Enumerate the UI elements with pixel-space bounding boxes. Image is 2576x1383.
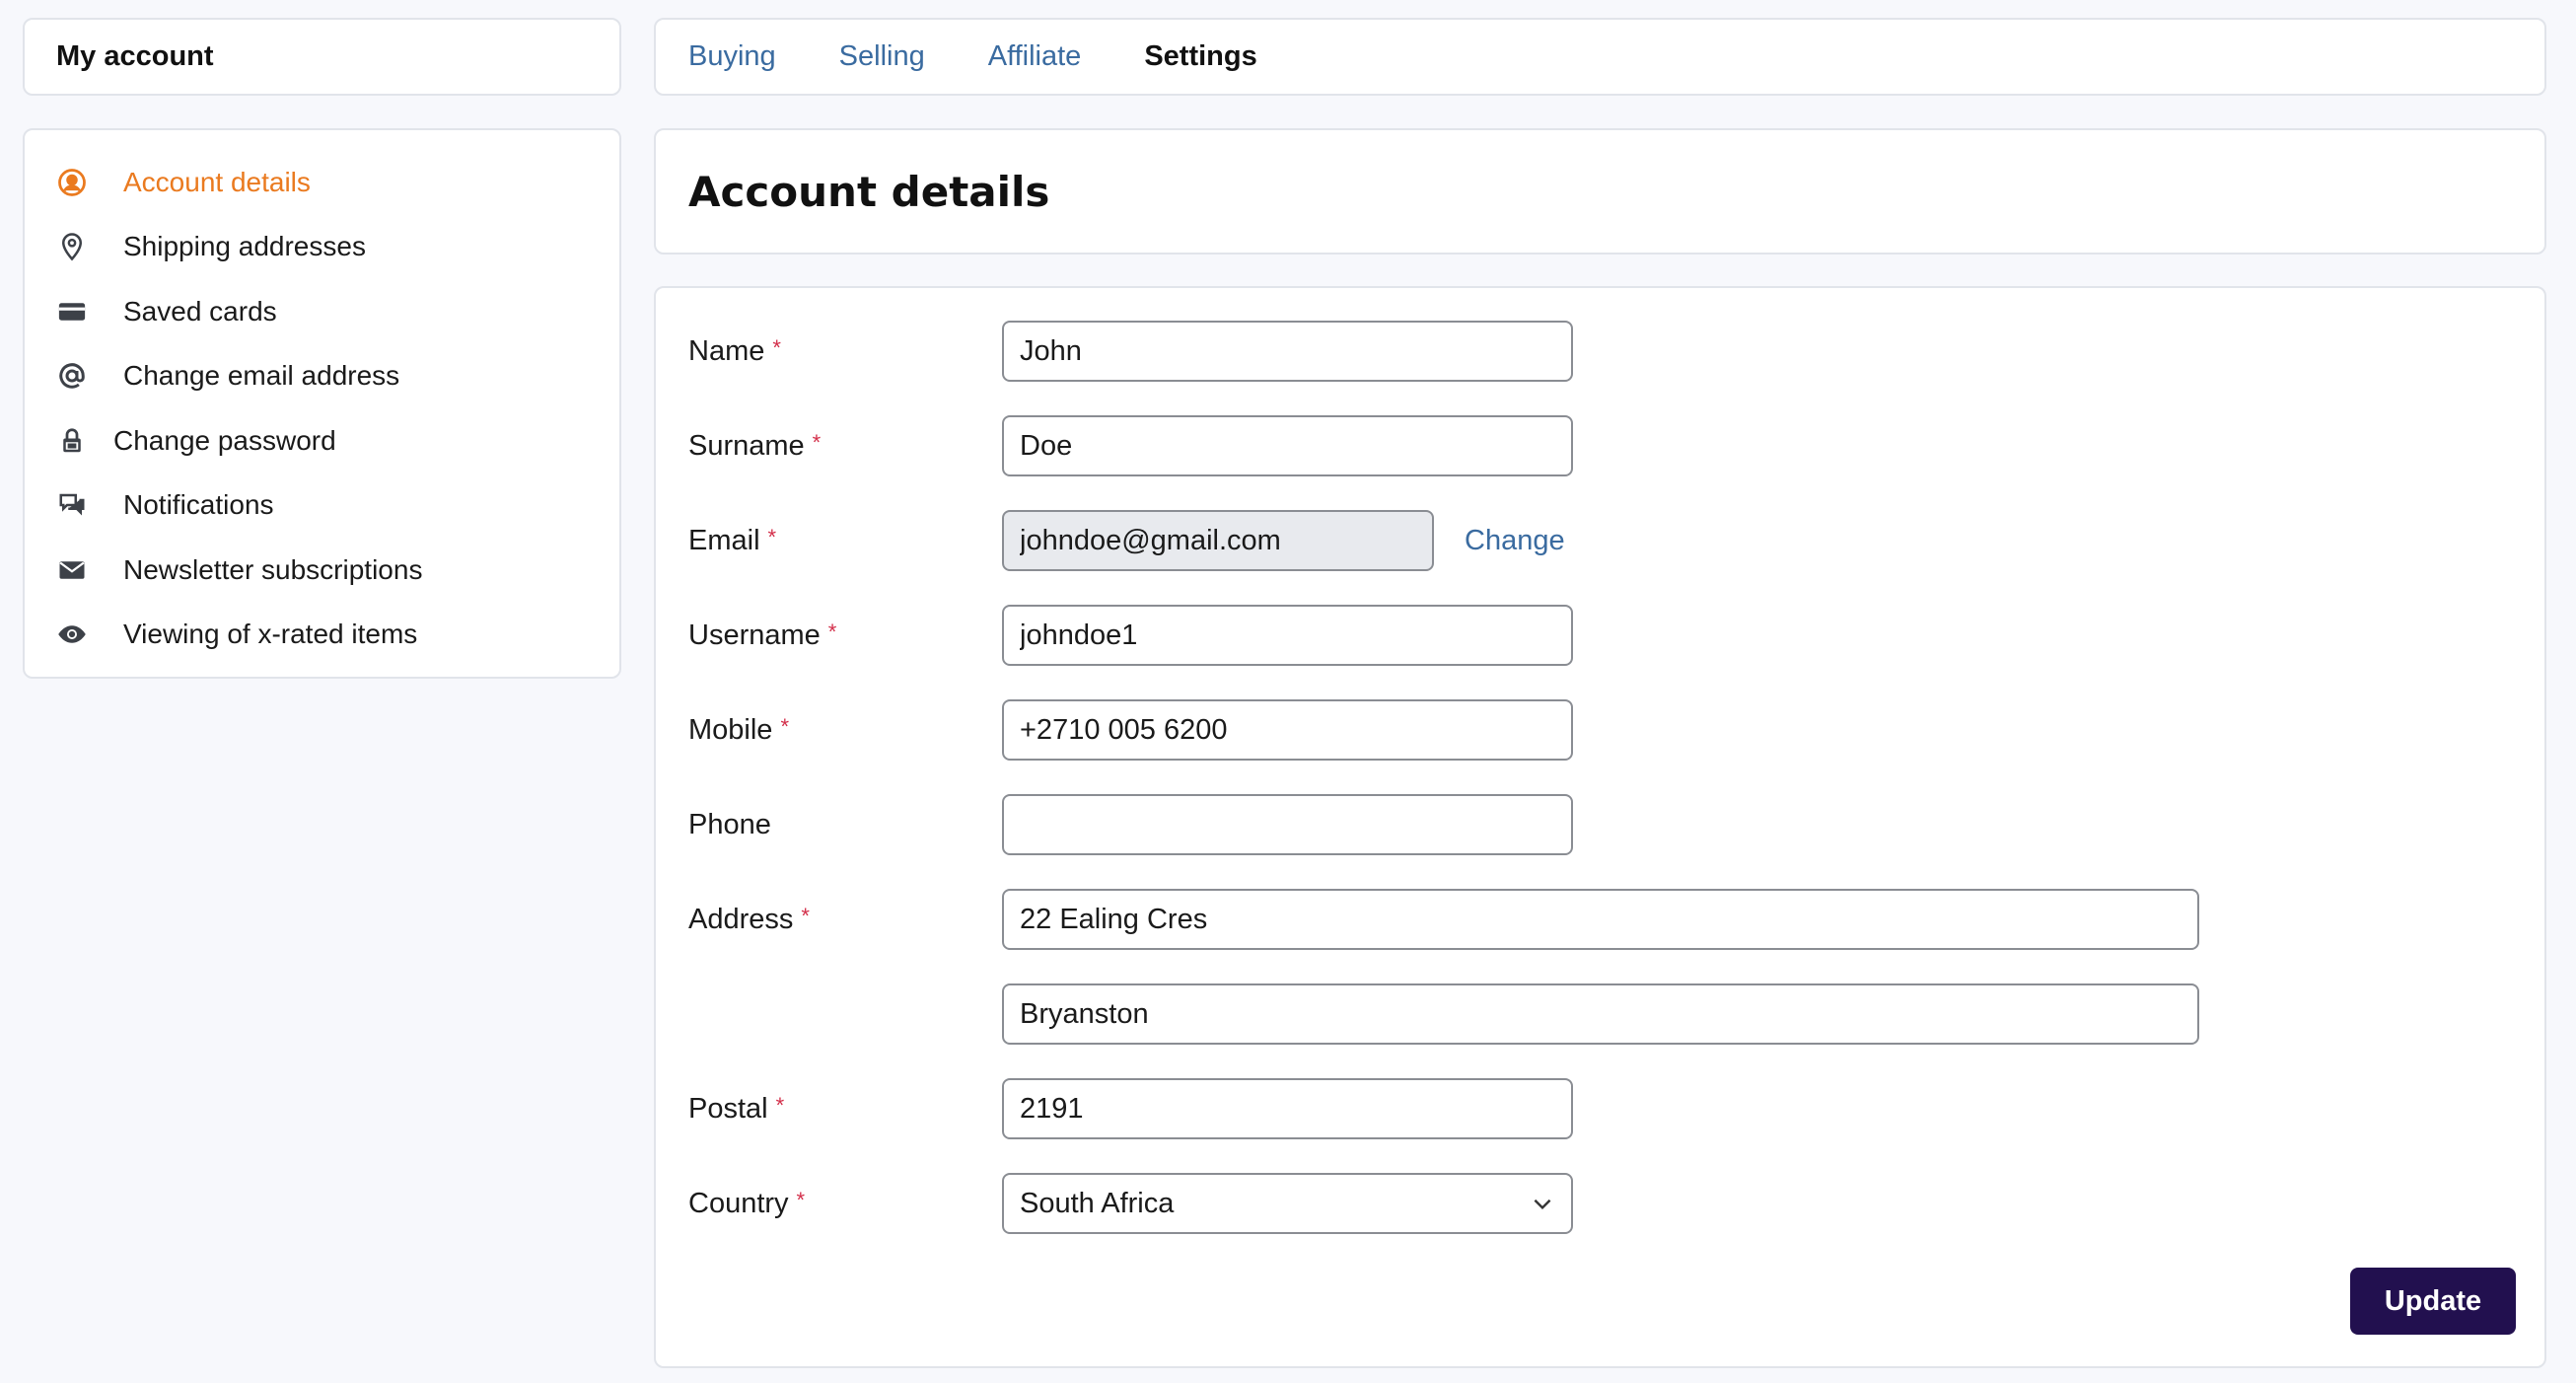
country-selected-value: South Africa xyxy=(1020,1187,1175,1219)
username-input[interactable] xyxy=(1002,605,1573,666)
address-label: Address * xyxy=(688,903,810,935)
sidebar-item-account-details[interactable]: Account details xyxy=(54,150,619,215)
at-sign-icon xyxy=(54,358,90,394)
account-form: Name* Surname* Email* Change Username* M… xyxy=(654,286,2546,1368)
required-mark: * xyxy=(780,713,789,739)
mobile-input[interactable] xyxy=(1002,699,1573,761)
map-pin-icon xyxy=(54,229,90,264)
phone-label: Phone xyxy=(688,808,771,840)
form-row-username: Username * xyxy=(656,604,2544,667)
user-circle-icon xyxy=(54,165,90,200)
page-title: Account details xyxy=(688,167,1050,216)
sidebar-item-label: Change email address xyxy=(123,360,400,392)
sidebar-item-label: Notifications xyxy=(123,489,274,521)
address-line2-input[interactable] xyxy=(1002,983,2199,1045)
postal-label: Postal * xyxy=(688,1092,785,1125)
required-mark: * xyxy=(772,334,781,360)
sidebar-item-xrated[interactable]: Viewing of x-rated items xyxy=(54,603,619,668)
chat-bubbles-icon xyxy=(54,487,90,523)
account-page: My account Account details Shipping addr… xyxy=(0,0,2576,1383)
sidebar-header: My account xyxy=(23,18,621,96)
lock-icon xyxy=(54,423,90,459)
sidebar-item-label: Newsletter subscriptions xyxy=(123,553,423,585)
eye-icon xyxy=(54,617,90,652)
name-input[interactable] xyxy=(1002,321,1573,382)
change-email-link[interactable]: Change xyxy=(1465,525,1565,557)
form-row-name: Name * xyxy=(656,320,2544,383)
mobile-label: Mobile * xyxy=(688,713,789,746)
sidebar-menu: Account details Shipping addresses Saved… xyxy=(23,128,621,679)
surname-label: Surname * xyxy=(688,429,822,462)
sidebar-item-label: Shipping addresses xyxy=(123,231,366,262)
account-tabs: Buying Selling Affiliate Settings xyxy=(654,18,2546,96)
sidebar-item-label: Account details xyxy=(123,166,311,197)
form-row-phone: Phone xyxy=(656,793,2544,856)
tab-selling[interactable]: Selling xyxy=(839,40,925,73)
form-row-postal: Postal * xyxy=(656,1077,2544,1140)
email-field xyxy=(1002,510,1434,571)
form-row-address-line2 xyxy=(656,983,2544,1046)
required-mark: * xyxy=(775,1092,785,1118)
address-line1-input[interactable] xyxy=(1002,889,2199,950)
email-label: Email * xyxy=(688,524,777,556)
form-row-surname: Surname * xyxy=(656,414,2544,477)
required-mark: * xyxy=(827,619,837,644)
country-select[interactable]: South Africa xyxy=(1002,1173,1573,1234)
name-label: Name * xyxy=(688,334,781,367)
form-row-country: Country * South Africa xyxy=(656,1172,2544,1235)
sidebar-item-newsletter[interactable]: Newsletter subscriptions xyxy=(54,538,619,603)
required-mark: * xyxy=(796,1187,806,1212)
tab-affiliate[interactable]: Affiliate xyxy=(988,40,1082,73)
form-row-address: Address * xyxy=(656,888,2544,951)
sidebar-item-saved-cards[interactable]: Saved cards xyxy=(54,279,619,344)
sidebar-item-shipping-addresses[interactable]: Shipping addresses xyxy=(54,215,619,280)
tab-buying[interactable]: Buying xyxy=(688,40,776,73)
sidebar-item-change-email[interactable]: Change email address xyxy=(54,344,619,409)
page-title-card: Account details xyxy=(654,128,2546,255)
envelope-icon xyxy=(54,552,90,588)
sidebar-item-change-password[interactable]: Change password xyxy=(54,408,619,473)
credit-card-icon xyxy=(54,294,90,329)
postal-input[interactable] xyxy=(1002,1078,1573,1139)
form-row-email: Email* Change xyxy=(656,509,2544,572)
sidebar-item-notifications[interactable]: Notifications xyxy=(54,473,619,539)
chevron-down-icon xyxy=(1530,1191,1555,1216)
sidebar-title: My account xyxy=(56,40,214,72)
required-mark: * xyxy=(801,903,810,928)
update-button[interactable]: Update xyxy=(2350,1268,2516,1335)
required-mark: * xyxy=(812,429,822,455)
username-label: Username * xyxy=(688,619,837,651)
surname-input[interactable] xyxy=(1002,415,1573,476)
phone-input[interactable] xyxy=(1002,794,1573,855)
form-row-mobile: Mobile * xyxy=(656,698,2544,762)
sidebar-item-label: Change password xyxy=(113,424,336,456)
country-label: Country * xyxy=(688,1187,806,1219)
sidebar-item-label: Saved cards xyxy=(123,295,277,327)
tab-settings[interactable]: Settings xyxy=(1144,40,1256,73)
sidebar-item-label: Viewing of x-rated items xyxy=(123,619,418,650)
required-mark: * xyxy=(767,524,777,549)
